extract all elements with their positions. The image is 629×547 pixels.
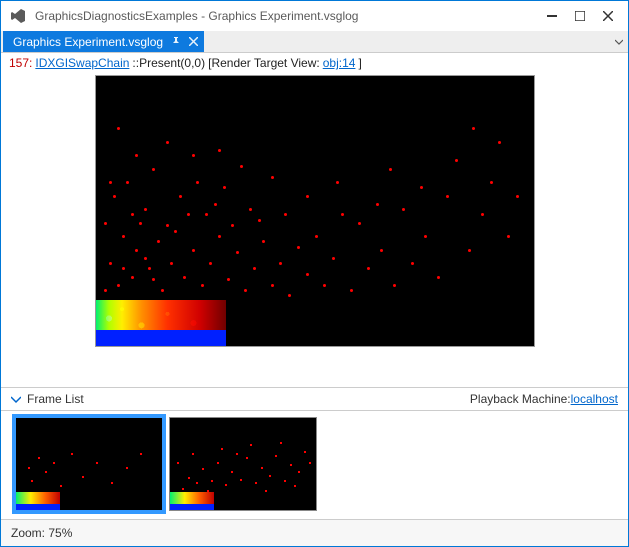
tab-overflow-icon[interactable] [610,38,628,46]
maximize-button[interactable] [566,6,594,26]
render-view-area [1,73,628,387]
document-tab-label: Graphics Experiment.vsglog [13,35,163,49]
frame-list-label: Frame List [27,392,84,406]
render-target-link[interactable]: obj:14 [323,56,356,70]
draw-call-info: 157: IDXGISwapChain ::Present(0,0) [Rend… [1,53,628,73]
collapse-icon[interactable] [11,394,21,404]
status-bar: Zoom: 75% [1,519,628,546]
window-titlebar: GraphicsDiagnosticsExamples - Graphics E… [1,1,628,31]
vs-logo-icon [9,7,27,25]
minimize-button[interactable] [538,6,566,26]
render-target-image[interactable] [95,75,535,347]
close-button[interactable] [594,6,622,26]
tab-close-icon[interactable] [189,37,198,46]
rtv-suffix: ] [358,56,361,70]
window-title: GraphicsDiagnosticsExamples - Graphics E… [35,9,538,23]
frame-thumbnail-strip [1,411,628,519]
interface-link[interactable]: IDXGISwapChain [35,56,129,70]
frame-list-header: Frame List Playback Machine: localhost [1,387,628,411]
pin-icon[interactable] [171,37,181,47]
frame-thumbnail[interactable] [169,417,317,511]
document-tab-row: Graphics Experiment.vsglog [1,31,628,53]
document-tab[interactable]: Graphics Experiment.vsglog [3,31,204,52]
playback-machine-label: Playback Machine: [470,392,571,406]
playback-machine-link[interactable]: localhost [571,392,618,406]
frame-thumbnail[interactable] [15,417,163,511]
rtv-prefix: [Render Target View: [208,56,320,70]
call-number: 157: [9,56,32,70]
method-text: ::Present(0,0) [132,56,205,70]
zoom-label: Zoom: 75% [11,526,72,540]
